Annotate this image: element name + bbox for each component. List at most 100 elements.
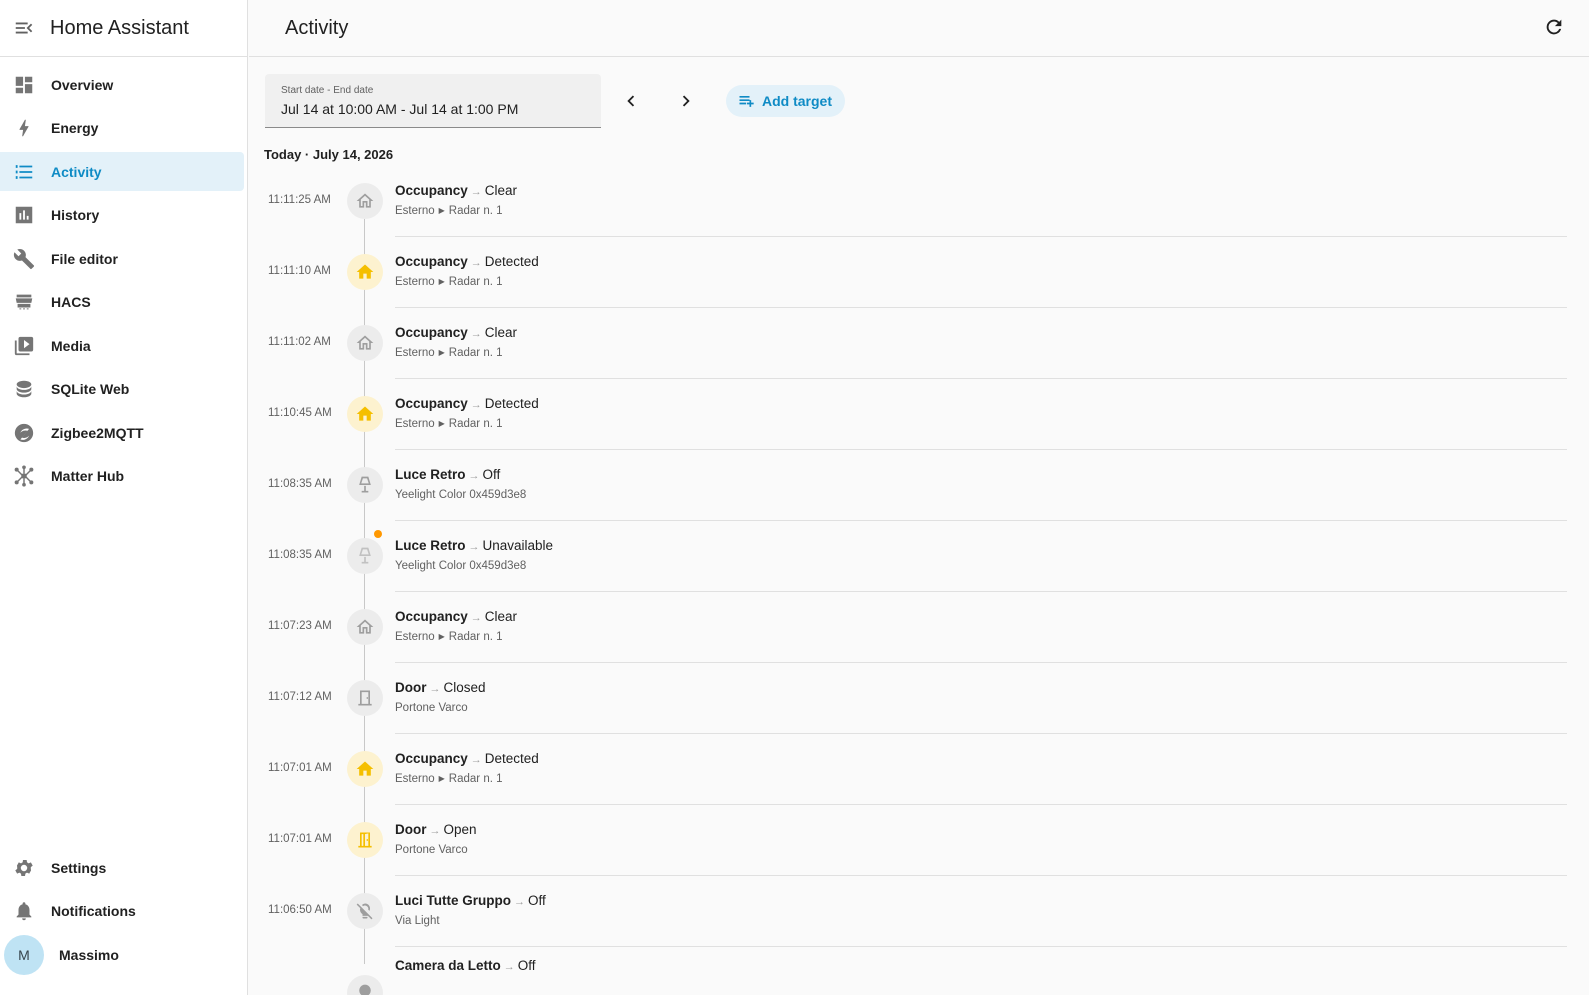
context-device[interactable]: Radar n. 1	[449, 418, 503, 430]
entry-title[interactable]: Door → Open	[395, 822, 477, 837]
logbook-entry[interactable]: 11:11:25 AM Occupancy → Clear Esterno ▶ Radar …	[249, 165, 1589, 237]
context-device[interactable]: Radar n. 1	[449, 347, 503, 359]
context-area[interactable]: Yeelight Color 0x459d3e8	[395, 489, 526, 501]
arrow-icon: →	[470, 399, 482, 411]
entry-title[interactable]: Occupancy → Detected	[395, 254, 539, 269]
entity-name[interactable]: Occupancy	[395, 751, 468, 766]
entry-time: 11:07:23 AM	[268, 620, 332, 632]
entry-time: 11:07:01 AM	[268, 833, 332, 845]
entity-name[interactable]: Occupancy	[395, 609, 468, 624]
logbook-entry[interactable]: 11:07:23 AM Occupancy → Clear Esterno ▶ Radar …	[249, 591, 1589, 663]
logbook-entry[interactable]: 11:08:35 AM Luce Retro → Off Yeelight Color …	[249, 449, 1589, 521]
sidebar-item-zigbee2mqtt[interactable]: Zigbee2MQTT	[0, 413, 244, 452]
arrow-icon: →	[470, 186, 482, 198]
sidebar-item-notifications[interactable]: Notifications	[0, 891, 244, 930]
logbook-entry[interactable]: 11:08:35 AM Luce Retro → Unavailable Yeeligh…	[249, 520, 1589, 592]
logbook-entry[interactable]: 11:07:01 AM Occupancy → Detected Esterno ▶ Rad…	[249, 733, 1589, 805]
sidebar-item-media[interactable]: Media	[0, 326, 244, 365]
context-area[interactable]: Esterno	[395, 418, 435, 430]
entity-state: Off	[482, 467, 501, 482]
add-target-button[interactable]: Add target	[726, 85, 845, 117]
entity-name[interactable]: Camera da Letto	[395, 958, 501, 973]
sidebar-item-sqlite-web[interactable]: SQLite Web	[0, 370, 244, 409]
context-device[interactable]: Radar n. 1	[449, 773, 503, 785]
home-outline-icon	[355, 333, 375, 353]
next-range-button[interactable]	[673, 88, 699, 114]
sidebar-item-activity[interactable]: Activity	[0, 152, 244, 191]
entity-name[interactable]: Occupancy	[395, 254, 468, 269]
entity-name[interactable]: Luce Retro	[395, 538, 466, 553]
main-content: Activity Start date - End date Jul 14 at…	[249, 0, 1589, 995]
entry-title[interactable]: Camera da Letto → Off	[395, 958, 536, 973]
logbook-entry[interactable]: 11:07:12 AM Door → Closed Portone Varco	[249, 662, 1589, 734]
entry-icon-badge	[347, 822, 383, 858]
entity-state: Detected	[484, 254, 539, 269]
sidebar-item-label: Energy	[51, 120, 99, 136]
logbook-entry[interactable]: 11:10:45 AM Occupancy → Detected Esterno ▶ Rad…	[249, 378, 1589, 450]
sidebar-item-matter-hub[interactable]: Matter Hub	[0, 457, 244, 496]
context-device[interactable]: Radar n. 1	[449, 276, 503, 288]
context-device[interactable]: Radar n. 1	[449, 631, 503, 643]
entity-name[interactable]: Luce Retro	[395, 467, 466, 482]
entry-time: 11:11:02 AM	[268, 336, 331, 348]
playlist-plus-icon	[739, 96, 754, 107]
entity-state: Detected	[484, 751, 539, 766]
entry-title[interactable]: Occupancy → Clear	[395, 325, 517, 340]
context-area[interactable]: Esterno	[395, 276, 435, 288]
entry-title[interactable]: Occupancy → Clear	[395, 609, 517, 624]
menu-toggle-button[interactable]	[0, 0, 48, 57]
context-area[interactable]: Esterno	[395, 773, 435, 785]
entry-title[interactable]: Luce Retro → Off	[395, 467, 500, 482]
context-area[interactable]: Esterno	[395, 347, 435, 359]
context-area[interactable]: Portone Varco	[395, 702, 468, 714]
entry-time: 11:08:35 AM	[268, 478, 332, 490]
entry-time: 11:10:45 AM	[268, 407, 332, 419]
refresh-button[interactable]	[1543, 16, 1567, 40]
previous-range-button[interactable]	[618, 88, 644, 114]
entry-title[interactable]: Occupancy → Clear	[395, 183, 517, 198]
context-area[interactable]: Yeelight Color 0x459d3e8	[395, 560, 526, 572]
entry-title[interactable]: Luci Tutte Gruppo → Off	[395, 893, 546, 908]
entity-name[interactable]: Luci Tutte Gruppo	[395, 893, 511, 908]
gear-icon	[12, 856, 36, 880]
context-area[interactable]: Portone Varco	[395, 844, 468, 856]
context-area[interactable]: Esterno	[395, 631, 435, 643]
entity-name[interactable]: Door	[395, 680, 427, 695]
logbook-entry[interactable]: Camera da Letto → Off	[249, 946, 1589, 995]
sidebar-item-history[interactable]: History	[0, 196, 244, 235]
entity-name[interactable]: Occupancy	[395, 396, 468, 411]
context-area[interactable]: Esterno	[395, 205, 435, 217]
chevron-left-icon	[627, 95, 635, 107]
sidebar-item-profile[interactable]: M Massimo	[0, 934, 244, 975]
arrow-icon: →	[470, 328, 482, 340]
date-range-picker[interactable]: Start date - End date Jul 14 at 10:00 AM…	[265, 74, 601, 128]
entry-context: Yeelight Color 0x459d3e8	[395, 489, 526, 501]
logbook-entry[interactable]: 11:11:02 AM Occupancy → Clear Esterno ▶ Radar …	[249, 307, 1589, 379]
sidebar-item-energy[interactable]: Energy	[0, 109, 244, 148]
entity-name[interactable]: Occupancy	[395, 183, 468, 198]
entry-icon-badge	[347, 751, 383, 787]
unavailable-indicator	[374, 530, 382, 538]
door-closed-icon	[355, 688, 375, 708]
logbook-entry[interactable]: 11:11:10 AM Occupancy → Detected Esterno ▶ Rad…	[249, 236, 1589, 308]
entity-name[interactable]: Occupancy	[395, 325, 468, 340]
entry-time: 11:07:12 AM	[268, 691, 332, 703]
entity-name[interactable]: Door	[395, 822, 427, 837]
entry-title[interactable]: Door → Closed	[395, 680, 486, 695]
sidebar-item-overview[interactable]: Overview	[0, 65, 244, 104]
entry-title[interactable]: Occupancy → Detected	[395, 396, 539, 411]
sidebar-item-label: Settings	[51, 859, 107, 876]
context-area[interactable]: Via Light	[395, 915, 440, 927]
logbook-entry[interactable]: 11:07:01 AM Door → Open Portone Varco	[249, 804, 1589, 876]
context-device[interactable]: Radar n. 1	[449, 205, 503, 217]
sidebar-item-label: Media	[51, 337, 91, 354]
logbook-entry[interactable]: 11:06:50 AM Luci Tutte Gruppo → Off Via Ligh…	[249, 875, 1589, 947]
entry-title[interactable]: Occupancy → Detected	[395, 751, 539, 766]
sidebar-item-label: History	[51, 207, 100, 223]
refresh-icon	[1546, 19, 1562, 35]
sidebar-item-settings[interactable]: Settings	[0, 848, 244, 887]
sidebar-item-hacs[interactable]: HACS	[0, 283, 244, 322]
entry-title[interactable]: Luce Retro → Unavailable	[395, 538, 553, 553]
page-title: Activity	[285, 16, 349, 39]
sidebar-item-file-editor[interactable]: File editor	[0, 239, 244, 278]
